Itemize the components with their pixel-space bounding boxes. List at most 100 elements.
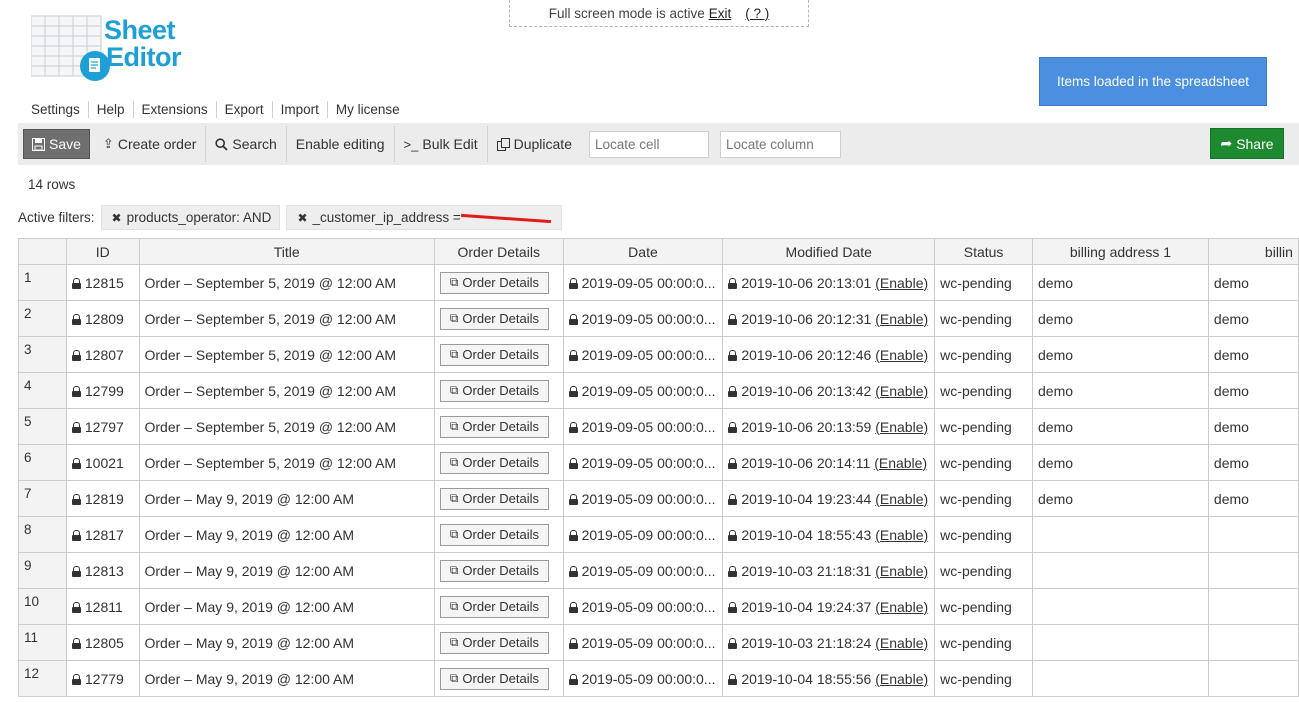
cell-modified-date[interactable]: 2019-10-03 21:18:31 (Enable) — [722, 552, 936, 589]
cell-date[interactable]: 2019-05-09 00:00:0... — [562, 516, 724, 553]
enable-link[interactable]: (Enable) — [875, 671, 928, 687]
cell-date[interactable]: 2019-09-05 00:00:0... — [562, 264, 724, 301]
order-details-button[interactable]: ⧉ Order Details — [439, 595, 549, 618]
cell-billing-address-1[interactable] — [1032, 552, 1209, 589]
row-number[interactable]: 10 — [18, 588, 67, 625]
cell-billing-address-1[interactable] — [1032, 624, 1209, 661]
menu-extensions[interactable]: Extensions — [134, 101, 217, 118]
order-details-button[interactable]: ⧉ Order Details — [439, 451, 549, 474]
cell-status[interactable]: wc-pending — [934, 552, 1033, 589]
cell-status[interactable]: wc-pending — [934, 336, 1033, 373]
enable-editing-button[interactable]: Enable editing — [287, 126, 395, 162]
cell-billing-address-2[interactable] — [1207, 588, 1299, 625]
column-header-date[interactable]: Date — [562, 238, 724, 265]
items-loaded-button[interactable]: Items loaded in the spreadsheet — [1039, 57, 1267, 106]
cell-status[interactable]: wc-pending — [934, 516, 1033, 553]
help-link[interactable]: ( ? ) — [745, 6, 769, 21]
cell-date[interactable]: 2019-05-09 00:00:0... — [562, 552, 724, 589]
cell-billing-address-2[interactable]: demo — [1207, 300, 1299, 337]
cell-status[interactable]: wc-pending — [934, 480, 1033, 517]
cell-id[interactable]: 10021 — [65, 444, 140, 481]
locate-cell-input[interactable] — [588, 130, 709, 158]
order-details-button[interactable]: ⧉ Order Details — [439, 379, 549, 402]
cell-billing-address-2[interactable]: demo — [1207, 372, 1299, 409]
share-button[interactable]: ➦ Share — [1210, 128, 1284, 159]
cell-modified-date[interactable]: 2019-10-03 21:18:24 (Enable) — [722, 624, 936, 661]
cell-billing-address-2[interactable]: demo — [1207, 444, 1299, 481]
cell-title[interactable]: Order – May 9, 2019 @ 12:00 AM — [138, 660, 435, 697]
menu-my-license[interactable]: My license — [328, 101, 408, 118]
row-number[interactable]: 2 — [18, 300, 67, 337]
enable-link[interactable]: (Enable) — [875, 275, 928, 291]
locate-column-input[interactable] — [719, 130, 841, 158]
enable-link[interactable]: (Enable) — [875, 419, 928, 435]
row-number[interactable]: 9 — [18, 552, 67, 589]
row-number[interactable]: 6 — [18, 444, 67, 481]
enable-link[interactable]: (Enable) — [875, 563, 928, 579]
cell-billing-address-1[interactable] — [1032, 660, 1209, 697]
cell-title[interactable]: Order – May 9, 2019 @ 12:00 AM — [138, 516, 435, 553]
cell-billing-address-2[interactable]: demo — [1207, 336, 1299, 373]
cell-status[interactable]: wc-pending — [934, 372, 1033, 409]
cell-status[interactable]: wc-pending — [934, 624, 1033, 661]
row-number[interactable]: 5 — [18, 408, 67, 445]
cell-billing-address-1[interactable]: demo — [1032, 264, 1209, 301]
cell-id[interactable]: 12797 — [65, 408, 140, 445]
search-button[interactable]: Search — [206, 126, 287, 162]
cell-id[interactable]: 12805 — [65, 624, 140, 661]
cell-billing-address-2[interactable]: demo — [1207, 480, 1299, 517]
cell-id[interactable]: 12809 — [65, 300, 140, 337]
cell-modified-date[interactable]: 2019-10-06 20:12:46 (Enable) — [722, 336, 936, 373]
cell-billing-address-2[interactable] — [1207, 552, 1299, 589]
order-details-button[interactable]: ⧉ Order Details — [439, 487, 549, 510]
cell-billing-address-1[interactable] — [1032, 588, 1209, 625]
cell-date[interactable]: 2019-09-05 00:00:0... — [562, 444, 724, 481]
cell-modified-date[interactable]: 2019-10-04 18:55:43 (Enable) — [722, 516, 936, 553]
order-details-button[interactable]: ⧉ Order Details — [439, 631, 549, 654]
cell-date[interactable]: 2019-05-09 00:00:0... — [562, 660, 724, 697]
cell-billing-address-1[interactable]: demo — [1032, 444, 1209, 481]
order-details-button[interactable]: ⧉ Order Details — [439, 523, 549, 546]
cell-id[interactable]: 12819 — [65, 480, 140, 517]
duplicate-button[interactable]: Duplicate — [488, 126, 581, 162]
cell-date[interactable]: 2019-09-05 00:00:0... — [562, 336, 724, 373]
row-number[interactable]: 12 — [18, 660, 67, 697]
cell-modified-date[interactable]: 2019-10-04 18:55:56 (Enable) — [722, 660, 936, 697]
column-header-modified-date[interactable]: Modified Date — [722, 238, 936, 265]
cell-modified-date[interactable]: 2019-10-06 20:13:59 (Enable) — [722, 408, 936, 445]
cell-title[interactable]: Order – May 9, 2019 @ 12:00 AM — [138, 480, 435, 517]
order-details-button[interactable]: ⧉ Order Details — [439, 343, 549, 366]
cell-billing-address-2[interactable] — [1207, 660, 1299, 697]
cell-date[interactable]: 2019-09-05 00:00:0... — [562, 372, 724, 409]
create-order-button[interactable]: ⇪ Create order — [94, 126, 207, 162]
bulk-edit-button[interactable]: >_ Bulk Edit — [395, 126, 488, 162]
column-header-title[interactable]: Title — [138, 238, 435, 265]
cell-title[interactable]: Order – September 5, 2019 @ 12:00 AM — [138, 300, 435, 337]
cell-status[interactable]: wc-pending — [934, 660, 1033, 697]
cell-id[interactable]: 12779 — [65, 660, 140, 697]
cell-billing-address-2[interactable] — [1207, 516, 1299, 553]
cell-status[interactable]: wc-pending — [934, 588, 1033, 625]
menu-settings[interactable]: Settings — [31, 101, 89, 118]
cell-title[interactable]: Order – September 5, 2019 @ 12:00 AM — [138, 372, 435, 409]
cell-billing-address-1[interactable]: demo — [1032, 300, 1209, 337]
cell-billing-address-2[interactable]: demo — [1207, 264, 1299, 301]
remove-filter-icon[interactable]: ✖ — [297, 211, 307, 225]
cell-title[interactable]: Order – September 5, 2019 @ 12:00 AM — [138, 336, 435, 373]
cell-billing-address-1[interactable]: demo — [1032, 408, 1209, 445]
row-number[interactable]: 7 — [18, 480, 67, 517]
cell-id[interactable]: 12799 — [65, 372, 140, 409]
enable-link[interactable]: (Enable) — [875, 311, 928, 327]
cell-modified-date[interactable]: 2019-10-06 20:13:01 (Enable) — [722, 264, 936, 301]
cell-date[interactable]: 2019-09-05 00:00:0... — [562, 408, 724, 445]
row-number[interactable]: 3 — [18, 336, 67, 373]
cell-date[interactable]: 2019-05-09 00:00:0... — [562, 588, 724, 625]
cell-title[interactable]: Order – September 5, 2019 @ 12:00 AM — [138, 264, 435, 301]
order-details-button[interactable]: ⧉ Order Details — [439, 415, 549, 438]
row-number[interactable]: 4 — [18, 372, 67, 409]
row-number[interactable]: 8 — [18, 516, 67, 553]
enable-link[interactable]: (Enable) — [874, 455, 927, 471]
cell-date[interactable]: 2019-05-09 00:00:0... — [562, 624, 724, 661]
row-number[interactable]: 1 — [18, 264, 67, 301]
cell-title[interactable]: Order – May 9, 2019 @ 12:00 AM — [138, 552, 435, 589]
